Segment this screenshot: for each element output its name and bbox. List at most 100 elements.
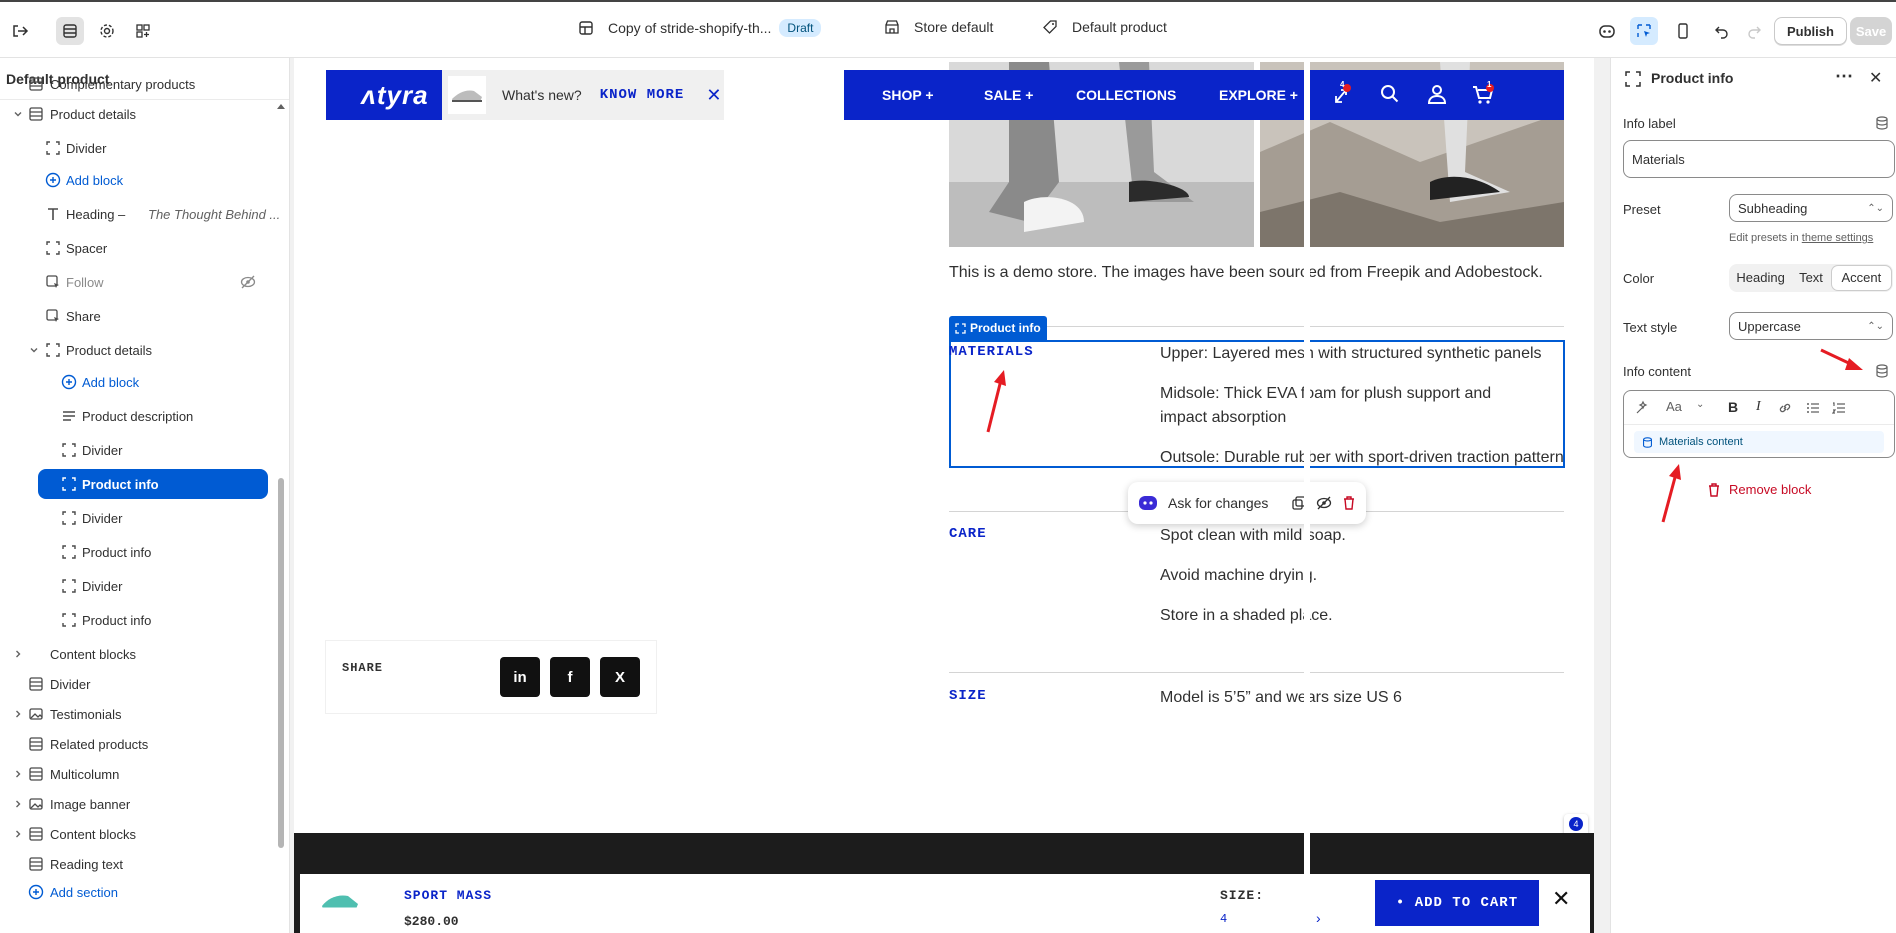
select-chevron-icon: ⌃⌄	[1867, 202, 1884, 214]
chevron-right-icon[interactable]: ›	[1316, 910, 1321, 926]
search-icon[interactable]	[1380, 84, 1400, 104]
color-option-text[interactable]: Text	[1790, 266, 1831, 290]
save-button[interactable]: Save	[1850, 17, 1892, 45]
ai-generate-icon[interactable]	[1634, 400, 1650, 416]
sidebar-item[interactable]: Multicolumn	[0, 759, 270, 789]
chevron-right-icon[interactable]	[12, 828, 24, 840]
chevron-right-icon[interactable]	[12, 708, 24, 720]
sidebar-item[interactable]: Product info	[38, 469, 268, 499]
remove-block-button[interactable]: Remove block	[1707, 482, 1811, 497]
sidebar-item[interactable]: Heading – The Thought Behind ...	[0, 199, 280, 229]
close-icon[interactable]: ✕	[706, 85, 721, 106]
sidebar-item[interactable]: Divider	[0, 435, 270, 465]
undo-icon[interactable]	[1708, 17, 1736, 45]
accordion-label-materials[interactable]: MATERIALS	[949, 344, 1034, 360]
linkedin-button[interactable]: in	[500, 657, 540, 697]
sidebar-item[interactable]: Follow	[0, 267, 270, 297]
sidebar-item[interactable]: Spacer	[0, 233, 270, 263]
editor-topbar: Copy of stride-shopify-th... Draft Store…	[0, 0, 1896, 58]
italic-icon[interactable]: I	[1756, 399, 1761, 415]
ask-for-changes-button[interactable]: Ask for changes	[1168, 495, 1268, 511]
sidebar-item[interactable]: Product details	[0, 335, 270, 365]
hidden-eye-icon[interactable]	[240, 275, 256, 289]
numbered-list-icon[interactable]	[1832, 401, 1846, 415]
sidebar-item[interactable]: Content blocks	[0, 819, 270, 849]
sidebar-item[interactable]: Divider	[0, 571, 270, 601]
sidebar-item[interactable]: Product info	[0, 605, 270, 635]
info-label-input[interactable]: Materials	[1623, 140, 1895, 178]
dynamic-source-icon[interactable]	[1875, 364, 1889, 378]
nav-collections[interactable]: COLLECTIONS	[1076, 87, 1176, 103]
sidebar-item[interactable]: Product details	[0, 99, 270, 129]
store-selector[interactable]: Store default	[884, 19, 993, 35]
dynamic-source-pill[interactable]: Materials content	[1634, 431, 1884, 453]
accordion-label-size[interactable]: SIZE	[949, 688, 987, 704]
color-option-heading[interactable]: Heading	[1731, 266, 1790, 290]
link-icon[interactable]	[1778, 401, 1792, 415]
sidebar-item[interactable]: Image banner	[0, 789, 270, 819]
gear-icon[interactable]	[93, 17, 121, 45]
publish-button[interactable]: Publish	[1774, 17, 1847, 45]
hide-icon[interactable]	[1316, 496, 1332, 510]
chevron-right-icon[interactable]	[12, 648, 24, 660]
theme-selector[interactable]: Copy of stride-shopify-th... Draft	[578, 19, 822, 37]
color-option-accent[interactable]: Accent	[1831, 266, 1892, 290]
nav-shop[interactable]: SHOP +	[882, 87, 934, 103]
delete-icon[interactable]	[1342, 496, 1356, 510]
close-icon[interactable]: ✕	[1869, 68, 1882, 88]
know-more-link[interactable]: KNOW MORE	[600, 87, 685, 103]
sidebar-item[interactable]: Product info	[0, 537, 270, 567]
apps-icon[interactable]	[129, 17, 157, 45]
sidebar-item[interactable]: Share	[0, 301, 270, 331]
inspector-icon[interactable]	[1630, 17, 1658, 45]
scroll-up-icon[interactable]	[276, 102, 286, 112]
sidebar-item[interactable]: Complementary products	[0, 69, 270, 99]
remove-block-label: Remove block	[1729, 482, 1812, 497]
chevron-right-icon[interactable]	[12, 768, 24, 780]
account-icon[interactable]	[1427, 84, 1447, 104]
theme-icon	[578, 20, 594, 36]
sidebar-item[interactable]: Divider	[0, 503, 270, 533]
more-actions-icon[interactable]: ⋯	[1835, 66, 1853, 87]
redo-icon[interactable]	[1740, 17, 1768, 45]
sidebar-item-label: Multicolumn	[50, 766, 120, 782]
chevron-down-icon[interactable]	[12, 108, 24, 120]
sidebar-item[interactable]: Add section	[0, 877, 270, 907]
bold-icon[interactable]: B	[1728, 399, 1738, 415]
preset-select[interactable]: Subheading ⌃⌄	[1729, 194, 1893, 222]
sidebar-item[interactable]: Add block	[0, 367, 270, 397]
nav-sale[interactable]: SALE +	[984, 87, 1033, 103]
mobile-preview-icon[interactable]	[1669, 17, 1697, 45]
x-button[interactable]: X	[600, 657, 640, 697]
dynamic-source-icon[interactable]	[1875, 116, 1889, 130]
sidebar-item[interactable]: Add block	[0, 165, 270, 195]
sidebar-item[interactable]: Testimonials	[0, 699, 270, 729]
chevron-right-icon[interactable]	[12, 798, 24, 810]
sidebar-item[interactable]: Reading text	[0, 849, 270, 879]
sidebar-item[interactable]: Related products	[0, 729, 270, 759]
sidebar-item[interactable]: Product description	[0, 401, 270, 431]
exit-icon[interactable]	[6, 17, 34, 45]
template-selector[interactable]: Default product	[1042, 19, 1167, 35]
chevron-down-icon[interactable]	[28, 344, 40, 356]
sticky-size-select[interactable]: 4	[1220, 912, 1227, 926]
selected-block-name: Product info	[970, 321, 1041, 335]
close-icon[interactable]: ✕	[1552, 886, 1570, 912]
sidebar-scrollbar[interactable]	[278, 478, 284, 848]
add-to-cart-button[interactable]: • ADD TO CART	[1375, 880, 1539, 926]
chevron-down-icon[interactable]: ⌄	[1696, 399, 1704, 410]
canvas-scrollbar[interactable]	[1304, 58, 1310, 933]
theme-settings-link[interactable]: theme settings	[1802, 232, 1874, 244]
sections-icon[interactable]	[56, 17, 84, 45]
rich-text-editor[interactable]: Aa ⌄ B I Materials content	[1623, 390, 1895, 458]
nav-explore[interactable]: EXPLORE +	[1219, 87, 1298, 103]
sidebar-item[interactable]: Divider	[0, 669, 270, 699]
facebook-button[interactable]: f	[550, 657, 590, 697]
bullet-list-icon[interactable]	[1806, 401, 1820, 415]
sidebar-item[interactable]: Divider	[0, 133, 270, 163]
font-size-icon[interactable]: Aa	[1666, 399, 1682, 414]
ai-assistant-icon[interactable]	[1593, 17, 1621, 45]
sidebar-item[interactable]: Content blocks	[0, 639, 270, 669]
text-style-select[interactable]: Uppercase ⌃⌄	[1729, 312, 1893, 340]
accordion-label-care[interactable]: CARE	[949, 526, 987, 542]
